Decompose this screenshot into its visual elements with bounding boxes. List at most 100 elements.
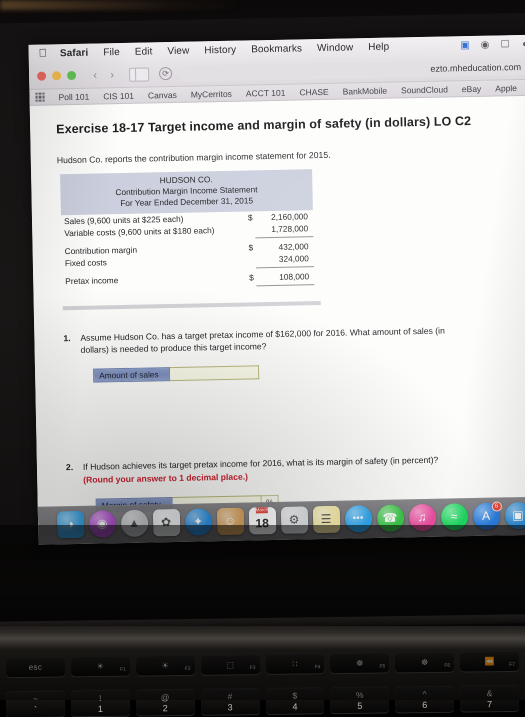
eye-icon[interactable]: ◉ (479, 40, 490, 51)
maximize-button[interactable] (67, 70, 77, 81)
window-controls (37, 70, 77, 81)
bookmark-poll-101[interactable]: Poll 101 (58, 91, 89, 102)
dock-icon-itunes[interactable]: ♫ (408, 503, 436, 531)
key-brightness-up[interactable]: ☀ F2 (135, 654, 195, 676)
bookmark-ebay[interactable]: eBay (462, 83, 482, 93)
launchpad-glyph: ▲ (128, 515, 141, 530)
key-three[interactable]: #3 (200, 688, 260, 715)
close-button[interactable] (37, 71, 47, 81)
menu-item-edit[interactable]: Edit (135, 46, 153, 57)
key-three-symbol: # (227, 691, 233, 702)
itunes-glyph: ♫ (417, 509, 427, 525)
key-one[interactable]: ! 1 (70, 689, 130, 717)
bookmark-mycerritos[interactable]: MyCerritos (191, 88, 232, 99)
key-rewind[interactable]: ⏪ F7 (459, 650, 520, 672)
key-four[interactable]: $4 (265, 687, 325, 714)
row-currency-variable-costs (242, 223, 255, 235)
key-keyboard-light-down-glyph: ☸ (356, 658, 364, 668)
bookmark-apple[interactable]: Apple (495, 83, 517, 93)
key-seven[interactable]: & 7 (459, 684, 520, 712)
dock-icon-facetime[interactable]: ☎ (376, 503, 404, 532)
key-three-label: 3 (227, 702, 233, 713)
sidebar-toggle-icon[interactable] (128, 66, 150, 82)
menu-item-history[interactable]: History (204, 45, 236, 57)
row-currency-contribution-margin: $ (248, 241, 254, 253)
bookmark-chase[interactable]: CHASE (299, 86, 328, 97)
spotify-glyph: ≈ (450, 509, 458, 524)
key-six-symbol: ^ (422, 688, 427, 700)
statement-body: Sales (9,600 units at $225 each) $ 2,160… (61, 210, 315, 293)
key-keyboard-light-down[interactable]: ☸ F5 (330, 652, 390, 674)
key-keyboard-light-up[interactable]: ☸ F6 (395, 651, 455, 673)
keyboard-deck: esc ☀ F1 ☀ F2 ⬚ F3 ∷ F4 ☸ F5 ☸ F6 ⏪ F7 ~ `! 1 @2 #3 $4% 5 ^ 6 &… (0, 626, 525, 717)
dock-icon-contacts[interactable]: ☺ (216, 507, 244, 535)
key-tilde-label: ` (33, 704, 38, 715)
show-all-bookmarks-icon[interactable] (35, 92, 45, 102)
dock-icon-app-store[interactable]: A6 (472, 500, 502, 530)
key-six[interactable]: ^ 6 (395, 685, 455, 713)
income-statement-table: HUDSON CO. Contribution Margin Income St… (60, 169, 315, 293)
menu-item-view[interactable]: View (167, 46, 189, 57)
dock-icon-siri[interactable]: ◉ (88, 509, 116, 538)
key-brightness-down[interactable]: ☀ F1 (70, 655, 130, 677)
airplay-icon[interactable]: ☐ (499, 39, 510, 50)
key-brightness-up-glyph: ☀ (161, 660, 169, 670)
notes-glyph: ☰ (320, 511, 332, 527)
dock-icon-airplay-display[interactable]: ▣ (504, 501, 525, 529)
photos-glyph: ✿ (160, 515, 172, 530)
dock-icon-photos[interactable]: ✿ (152, 508, 180, 536)
row-currency-pretax-income: $ (249, 271, 254, 283)
key-esc-glyph: esc (28, 662, 43, 672)
menu-item-help[interactable]: Help (368, 42, 389, 53)
menu-item-safari[interactable]: Safari (60, 48, 89, 60)
dock-icon-spotify[interactable]: ≈ (440, 502, 468, 531)
apple-menu-icon[interactable]:  (39, 47, 47, 59)
key-esc[interactable]: esc (5, 656, 66, 678)
key-mission-control[interactable]: ⬚ F3 (200, 654, 260, 675)
bookmark-bankmobile[interactable]: BankMobile (343, 85, 388, 96)
forward-button[interactable]: › (105, 69, 119, 81)
dock-icon-safari[interactable]: ✦ (184, 507, 212, 536)
reload-icon[interactable]: ⟳ (158, 66, 173, 81)
question-2-emphasis: (Round your answer to 1 decimal place.) (83, 471, 249, 485)
ceiling-light-streak (0, 0, 240, 10)
key-launchpad-fn-label: F4 (314, 664, 321, 671)
bookmark-soundcloud[interactable]: SoundCloud (401, 84, 448, 95)
key-tilde[interactable]: ~ ` (5, 690, 66, 717)
dock-icon-system-preferences[interactable]: ⚙ (280, 505, 308, 534)
answer-input-amount-of-sales[interactable] (169, 365, 260, 382)
back-button[interactable]: ‹ (88, 69, 102, 81)
dock-icon-finder[interactable]: ◑ (56, 510, 84, 538)
dock-badge-app-store: 6 (491, 500, 502, 512)
key-two[interactable]: @2 (135, 688, 195, 716)
menu-item-file[interactable]: File (103, 47, 120, 58)
menu-item-window[interactable]: Window (317, 42, 353, 54)
address-bar[interactable]: ezto.mheducation.com (179, 58, 525, 82)
dock-icon-notes[interactable]: ☰ (312, 505, 340, 533)
contacts-glyph: ☺ (223, 513, 237, 529)
minimize-button[interactable] (52, 71, 62, 81)
key-brightness-down-fn-label: F1 (119, 666, 126, 673)
bookmark-cis-101[interactable]: CIS 101 (103, 90, 134, 101)
app-store-glyph: A (481, 508, 491, 523)
laptop-body: esc ☀ F1 ☀ F2 ⬚ F3 ∷ F4 ☸ F5 ☸ F6 ⏪ F7 ~ `! 1 @2 #3 $4% 5 ^ 6 &… (0, 582, 525, 717)
page-title: Exercise 18-17 Target income and margin … (56, 113, 472, 137)
dock-icon-launchpad[interactable]: ▲ (120, 509, 148, 537)
display-icon[interactable]: ▣ (459, 40, 470, 51)
question-1: 1. Assume Hudson Co. has a target pretax… (60, 323, 524, 357)
dock-icon-calendar[interactable]: March 18 (248, 506, 276, 535)
question-2-number: 2. (65, 462, 74, 473)
bookmark-canvas[interactable]: Canvas (148, 89, 177, 100)
dock-icon-messages[interactable]: ●●● (344, 504, 372, 533)
finder-glyph: ◑ (66, 517, 74, 532)
key-one-symbol: ! (99, 692, 102, 703)
statement-header: HUDSON CO. Contribution Margin Income St… (60, 169, 313, 215)
key-keyboard-light-up-fn-label: F6 (444, 662, 451, 669)
intro-text: Hudson Co. reports the contribution marg… (56, 149, 331, 166)
key-seven-label: 7 (487, 699, 493, 710)
bookmark-acct-101[interactable]: ACCT 101 (246, 87, 286, 98)
menu-item-bookmarks[interactable]: Bookmarks (251, 43, 302, 55)
key-launchpad[interactable]: ∷ F4 (265, 653, 325, 674)
key-brightness-up-fn-label: F2 (184, 665, 191, 672)
battery-icon[interactable]: ● (519, 39, 525, 50)
